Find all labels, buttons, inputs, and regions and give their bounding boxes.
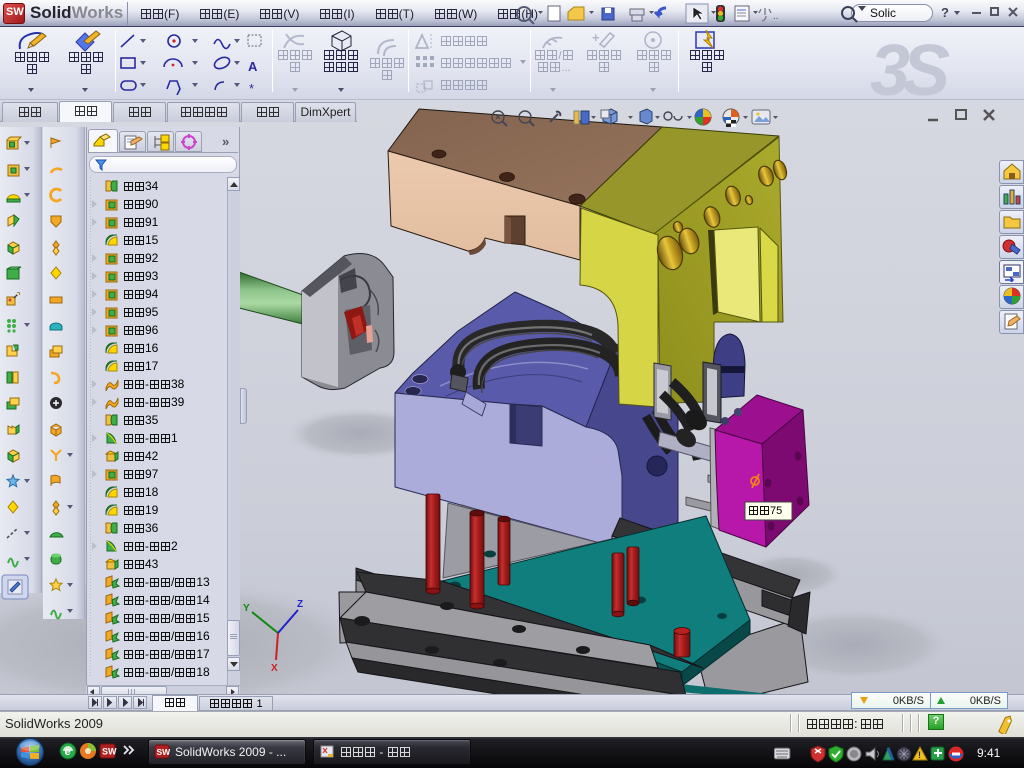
svg-text:!: ! — [918, 750, 921, 760]
svg-text:X: X — [271, 663, 278, 674]
svg-text:A: A — [248, 59, 258, 74]
svg-text:SW: SW — [157, 747, 172, 757]
svg-text:Y: Y — [243, 603, 250, 614]
svg-text:SW: SW — [102, 747, 117, 757]
svg-text:Z: Z — [297, 599, 303, 610]
svg-text:*: * — [249, 81, 254, 95]
svg-text:+: + — [592, 30, 600, 45]
svg-text:..: .. — [773, 11, 779, 22]
svg-text:e: e — [65, 746, 71, 758]
